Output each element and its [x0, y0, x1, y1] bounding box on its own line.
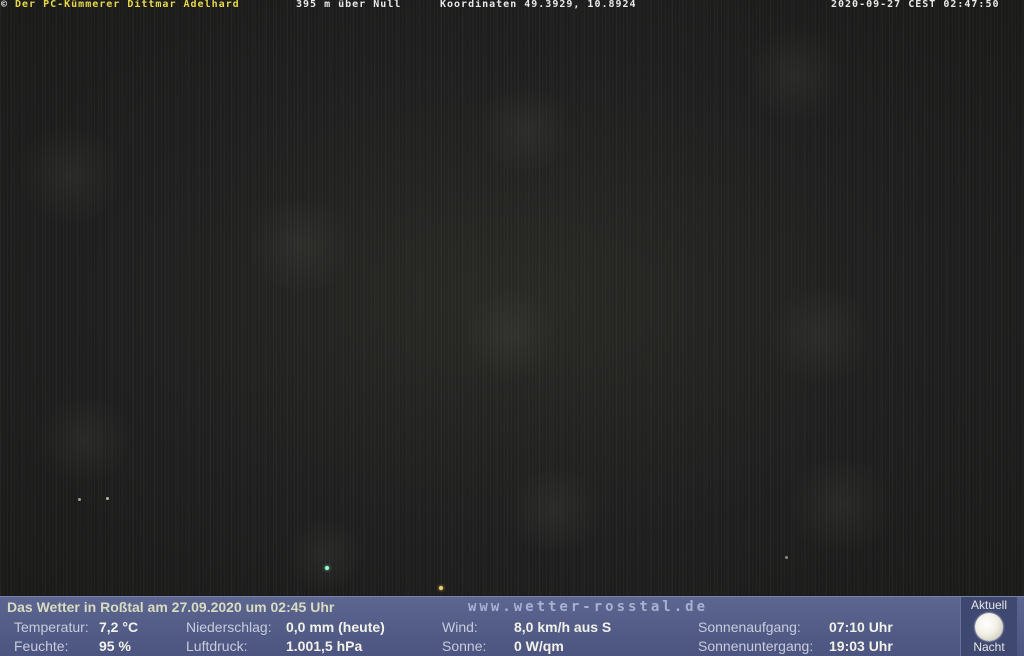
weather-title: Das Wetter in Roßtal am 27.09.2020 um 02…: [7, 599, 335, 615]
moon-bottom-label: Nacht: [973, 640, 1005, 654]
noise-patch: [460, 290, 560, 380]
light-dot: [325, 566, 329, 570]
light-dot: [785, 556, 788, 559]
moon-top-label: Aktuell: [970, 598, 1008, 612]
weather-panel: Das Wetter in Roßtal am 27.09.2020 um 02…: [0, 596, 1024, 656]
owner-text: Der PC-Kümmerer Dittmar Adelhard: [15, 0, 240, 10]
webcam-image: [0, 0, 1024, 596]
precipitation-label: Niederschlag:: [186, 619, 272, 635]
moon-icon: [975, 613, 1003, 641]
website-link[interactable]: www.wetter-rosstal.de: [468, 599, 708, 615]
sun-label: Sonne:: [442, 638, 487, 654]
light-dot: [78, 498, 81, 501]
light-dot: [439, 586, 443, 590]
moon-phase-box: Aktuell Nacht: [960, 597, 1017, 656]
humidity-value: 95 %: [99, 638, 131, 654]
overlay-bar: © Der PC-Kümmerer Dittmar Adelhard 395 m…: [0, 0, 1024, 11]
pressure-label: Luftdruck:: [186, 638, 248, 654]
noise-patch: [240, 200, 360, 290]
noise-patch: [470, 90, 580, 170]
noise-patch: [280, 520, 370, 590]
temperature-label: Temperatur:: [14, 619, 89, 635]
wind-label: Wind:: [442, 619, 478, 635]
sunset-value: 19:03 Uhr: [829, 638, 893, 654]
pressure-value: 1.001,5 hPa: [286, 638, 363, 654]
noise-patch: [780, 460, 900, 550]
copyright-symbol: ©: [1, 0, 9, 10]
noise-patch: [30, 400, 140, 480]
wind-value: 8,0 km/h aus S: [514, 619, 612, 635]
sunset-label: Sonnenuntergang:: [698, 638, 814, 654]
noise-patch: [760, 290, 880, 380]
sun-value: 0 W/qm: [514, 638, 564, 654]
humidity-label: Feuchte:: [14, 638, 69, 654]
temperature-value: 7,2 °C: [99, 619, 139, 635]
noise-patch: [740, 30, 850, 120]
coordinates-text: Koordinaten 49.3929, 10.8924: [440, 0, 637, 10]
precipitation-value: 0,0 mm (heute): [286, 619, 385, 635]
light-dot: [106, 497, 109, 500]
noise-patch: [20, 120, 120, 230]
datetime-text: 2020-09-27 CEST 02:47:50: [831, 0, 1000, 10]
sunrise-value: 07:10 Uhr: [829, 619, 893, 635]
altitude-text: 395 m über Null: [296, 0, 402, 10]
noise-patch: [500, 470, 610, 550]
sunrise-label: Sonnenaufgang:: [698, 619, 801, 635]
